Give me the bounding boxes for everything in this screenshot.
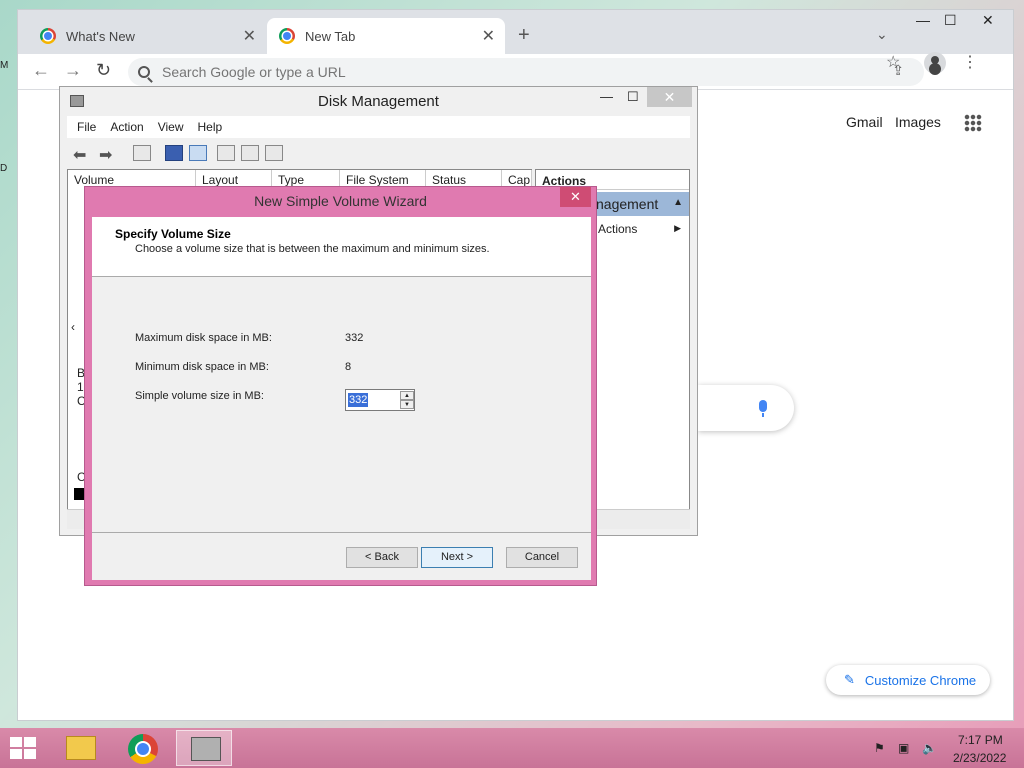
console-tree-icon[interactable] — [133, 145, 151, 161]
clock-time[interactable]: 7:17 PM — [958, 733, 1003, 747]
chrome-menu-kebab-icon[interactable]: ⋮ — [962, 52, 978, 72]
volume-size-label: Simple volume size in MB: — [135, 390, 264, 402]
wizard-subheading: Choose a volume size that is between the… — [135, 243, 490, 255]
profile-avatar-icon[interactable] — [924, 52, 946, 74]
tab-label: New Tab — [305, 28, 356, 44]
minimize-icon[interactable]: — — [916, 12, 930, 28]
forward-arrow-icon[interactable]: → — [64, 60, 82, 81]
wizard-heading: Specify Volume Size — [115, 227, 231, 241]
spin-up-icon[interactable]: ▲ — [400, 391, 414, 400]
close-window-icon[interactable]: ✕ — [982, 12, 994, 29]
dm-menubar: File Action View Help — [67, 116, 690, 138]
maximize-icon[interactable]: ☐ — [944, 12, 957, 29]
taskbar: ⚑ ▣ 🔈 — [0, 728, 1024, 768]
spin-down-icon[interactable]: ▼ — [400, 400, 414, 409]
new-simple-volume-wizard: New Simple Volume Wizard ✕ Specify Volum… — [84, 186, 597, 586]
desktop-edge-icon: M — [0, 60, 9, 71]
search-icon — [138, 66, 150, 78]
images-link[interactable]: Images — [895, 114, 941, 130]
clock-date[interactable]: 2/23/2022 — [953, 751, 1006, 765]
wizard-title: New Simple Volume Wizard — [254, 193, 427, 209]
disk-management-icon — [191, 737, 221, 761]
volume-muted-icon[interactable]: 🔈 — [922, 741, 937, 755]
menu-help[interactable]: Help — [198, 120, 223, 134]
action-center-flag-icon[interactable]: ⚑ — [874, 741, 885, 755]
tab-new-tab[interactable]: New Tab ✕ — [267, 18, 505, 54]
refresh-icon[interactable] — [217, 145, 235, 161]
forward-arrow-icon[interactable]: ➡ — [99, 145, 119, 164]
browser-toolbar: ← → ↻ ⇪ — [18, 54, 1013, 90]
omnibox-input[interactable] — [162, 64, 802, 80]
minimize-icon[interactable]: — — [600, 89, 613, 104]
close-icon[interactable]: ✕ — [560, 187, 591, 207]
properties-icon[interactable] — [241, 145, 259, 161]
microphone-icon[interactable] — [759, 400, 767, 417]
taskbar-file-explorer[interactable] — [52, 730, 108, 766]
gmail-link[interactable]: Gmail — [846, 114, 883, 130]
chrome-icon — [128, 734, 158, 764]
customize-chrome-label: Customize Chrome — [864, 672, 977, 688]
windows-start-icon[interactable] — [10, 737, 38, 761]
back-button[interactable]: < Back — [346, 547, 418, 568]
taskbar-chrome[interactable] — [115, 730, 171, 766]
max-space-label: Maximum disk space in MB: — [135, 332, 272, 344]
scroll-left-icon[interactable]: ‹ — [71, 320, 75, 334]
google-search-box[interactable] — [698, 385, 794, 431]
back-arrow-icon[interactable]: ← — [32, 60, 50, 81]
show-hide-icon[interactable] — [189, 145, 207, 161]
cancel-button[interactable]: Cancel — [506, 547, 578, 568]
reload-icon[interactable]: ↻ — [96, 60, 111, 81]
wizard-header: Specify Volume Size Choose a volume size… — [92, 217, 591, 277]
bookmark-star-icon[interactable]: ☆ — [886, 52, 900, 72]
disk-fragment: 1 — [77, 380, 84, 394]
help-icon[interactable] — [165, 145, 183, 161]
close-icon[interactable]: ✕ — [647, 87, 692, 107]
min-space-label: Minimum disk space in MB: — [135, 361, 269, 373]
network-icon[interactable]: ▣ — [898, 741, 909, 755]
new-tab-plus-icon[interactable]: + — [518, 24, 530, 47]
menu-file[interactable]: File — [77, 120, 96, 134]
dm-toolbar: ⬅ ➡ — [67, 139, 690, 167]
omnibox[interactable]: ⇪ — [128, 58, 924, 86]
chrome-favicon-icon — [40, 28, 56, 44]
customize-chrome-button[interactable]: ✎ Customize Chrome — [826, 665, 990, 695]
taskbar-disk-management[interactable] — [176, 730, 232, 766]
back-arrow-icon[interactable]: ⬅ — [73, 145, 93, 164]
tab-label: What's New — [66, 28, 135, 44]
close-icon[interactable]: ✕ — [482, 26, 495, 46]
min-space-value: 8 — [345, 361, 352, 373]
pencil-icon: ✎ — [844, 672, 855, 687]
maximize-icon[interactable]: ☐ — [627, 89, 639, 105]
tab-search-chevron-icon[interactable]: ⌄ — [876, 26, 888, 43]
menu-action[interactable]: Action — [110, 120, 143, 134]
chrome-favicon-icon — [279, 28, 295, 44]
google-apps-grid-icon[interactable] — [964, 114, 982, 132]
wizard-separator — [92, 532, 591, 533]
tab-strip: What's New ✕ New Tab ✕ + ⌄ — ☐ ✕ — [18, 10, 1013, 54]
rescan-disks-icon[interactable] — [265, 145, 283, 161]
desktop-edge-icon: D — [0, 163, 8, 174]
next-button[interactable]: Next > — [421, 547, 493, 568]
menu-view[interactable]: View — [158, 120, 184, 134]
folder-icon — [66, 736, 96, 760]
volume-size-stepper[interactable]: 332 ▲ ▼ — [345, 389, 415, 411]
tab-whats-new[interactable]: What's New ✕ — [28, 18, 266, 54]
close-icon[interactable]: ✕ — [243, 26, 256, 46]
dm-titlebar: Disk Management — ☐ ✕ — [60, 87, 697, 115]
volume-size-selected-text: 332 — [348, 393, 369, 407]
wizard-body: Specify Volume Size Choose a volume size… — [92, 217, 591, 580]
max-space-value: 332 — [345, 332, 364, 344]
